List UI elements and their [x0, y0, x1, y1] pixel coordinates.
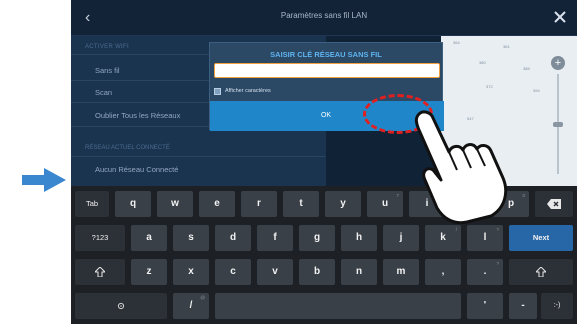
shift-key-left[interactable]: [75, 259, 125, 285]
key-hint: 0: [522, 193, 525, 198]
device-screen: ‹ Paramètres sans fil LAN ACTIVER WIFI S…: [71, 0, 577, 324]
key-m[interactable]: m: [383, 259, 419, 285]
key-z[interactable]: z: [131, 259, 167, 285]
key-apostrophe[interactable]: ': [467, 293, 503, 319]
key-e[interactable]: e: [199, 191, 235, 217]
section-header-wifi: ACTIVER WIFI: [85, 44, 129, 50]
key-hint: /: [455, 227, 457, 232]
close-icon[interactable]: [551, 8, 569, 26]
key-v[interactable]: v: [257, 259, 293, 285]
depth-label: 361: [503, 44, 510, 49]
depth-label: 385: [523, 66, 530, 71]
menu-item-scan[interactable]: Scan: [95, 88, 112, 97]
key-r[interactable]: r: [241, 191, 277, 217]
network-key-input[interactable]: [214, 63, 440, 78]
plus-icon[interactable]: +: [551, 56, 565, 70]
settings-key[interactable]: [75, 293, 167, 319]
title-bar: ‹ Paramètres sans fil LAN: [71, 0, 577, 36]
key-tab[interactable]: Tab: [75, 191, 109, 217]
menu-item-sans-fil[interactable]: Sans fil: [95, 66, 120, 75]
key-hint: @: [200, 295, 205, 300]
depth-label: 394: [533, 88, 540, 93]
depth-label: 364: [453, 40, 460, 45]
key-hint: ?: [496, 227, 499, 232]
key-period[interactable]: .?: [467, 259, 503, 285]
backspace-key[interactable]: [535, 191, 573, 217]
key-s[interactable]: s: [173, 225, 209, 251]
key-w[interactable]: w: [157, 191, 193, 217]
key-hint: ?: [496, 261, 499, 266]
key-n[interactable]: n: [341, 259, 377, 285]
shift-icon: [93, 266, 107, 278]
pointing-hand-icon: [414, 110, 508, 224]
show-characters-checkbox[interactable]: [214, 88, 221, 95]
key-y[interactable]: y: [325, 191, 361, 217]
depth-label: 380: [479, 60, 486, 65]
settings-icon: [117, 302, 125, 310]
key-l-label: l: [483, 232, 487, 243]
shift-key-right[interactable]: [509, 259, 573, 285]
key-k-label: k: [440, 232, 446, 243]
key-t[interactable]: t: [283, 191, 319, 217]
section-header-connected: RÉSEAU ACTUEL CONNECTÉ: [85, 145, 170, 151]
key-q[interactable]: q: [115, 191, 151, 217]
space-key[interactable]: [215, 293, 461, 319]
pointer-arrow-icon: [22, 168, 66, 192]
backspace-icon: [547, 199, 561, 209]
key-h[interactable]: h: [341, 225, 377, 251]
menu-item-forget-all[interactable]: Oublier Tous les Réseaux: [95, 111, 180, 120]
key-d[interactable]: d: [215, 225, 251, 251]
key-slash[interactable]: / @: [173, 293, 209, 319]
depth-label: 372: [486, 84, 493, 89]
connected-network-value: Aucun Réseau Connecté: [95, 165, 179, 174]
zoom-slider-handle[interactable]: [553, 122, 563, 127]
key-hint: 7: [396, 193, 399, 198]
key-symbols[interactable]: ?123: [75, 225, 125, 251]
show-characters-label: Afficher caractères: [225, 88, 271, 94]
key-a[interactable]: a: [131, 225, 167, 251]
divider: [71, 156, 326, 157]
key-comma[interactable]: ,: [425, 259, 461, 285]
key-x[interactable]: x: [173, 259, 209, 285]
key-slash-label: /: [189, 300, 193, 311]
next-key[interactable]: Next: [509, 225, 573, 251]
key-c[interactable]: c: [215, 259, 251, 285]
key-f[interactable]: f: [257, 225, 293, 251]
key-dash[interactable]: -: [509, 293, 537, 319]
key-l[interactable]: l?: [467, 225, 503, 251]
key-period-label: .: [483, 266, 487, 277]
key-u[interactable]: u7: [367, 191, 403, 217]
key-k[interactable]: k /: [425, 225, 461, 251]
key-g[interactable]: g: [299, 225, 335, 251]
key-b[interactable]: b: [299, 259, 335, 285]
dialog-title: SAISIR CLÉ RÉSEAU SANS FIL: [270, 50, 382, 59]
key-j[interactable]: j: [383, 225, 419, 251]
key-u-label: u: [381, 198, 389, 209]
page-title: Paramètres sans fil LAN: [280, 11, 368, 20]
shift-icon: [534, 266, 548, 278]
key-smiley[interactable]: :-): [541, 293, 573, 319]
